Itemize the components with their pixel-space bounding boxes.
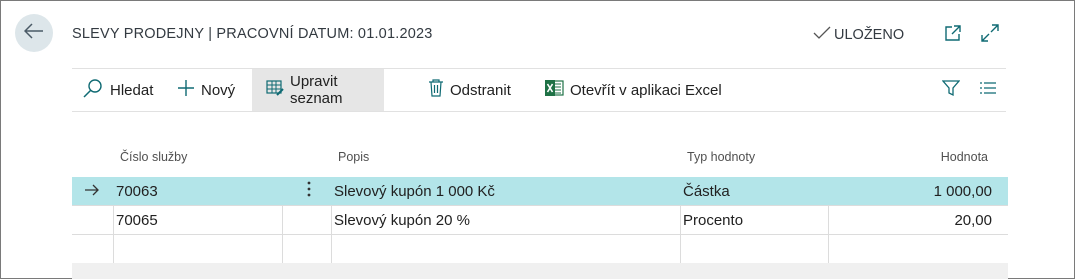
grid-footer <box>72 263 1008 279</box>
trash-icon <box>428 79 444 101</box>
open-in-excel-button[interactable]: Otevřít v aplikaci Excel <box>544 69 722 111</box>
cell-service-no[interactable]: 70065 <box>116 206 276 234</box>
cell-value[interactable]: 20,00 <box>822 206 992 234</box>
excel-label: Otevřít v aplikaci Excel <box>570 81 722 99</box>
toolbar-divider <box>72 111 1006 112</box>
table-row[interactable]: 70063 Slevový kupón 1 000 Kč Částka 1 00… <box>72 177 1008 206</box>
row-selected-indicator <box>84 177 114 205</box>
arrow-right-icon <box>84 183 100 200</box>
cell-value-type[interactable]: Částka <box>683 177 823 205</box>
excel-icon <box>544 79 564 101</box>
new-label: Nový <box>201 81 236 99</box>
new-button[interactable]: Nový <box>177 69 235 111</box>
column-header-value[interactable]: Hodnota <box>941 150 988 164</box>
plus-icon <box>177 79 195 101</box>
edit-list-label: Upravit seznam <box>290 73 343 107</box>
filter-icon <box>941 79 961 102</box>
page-title: SLEVY PRODEJNY | PRACOVNÍ DATUM: 01.01.2… <box>72 26 433 42</box>
cell-value[interactable]: 1 000,00 <box>822 177 992 205</box>
back-button[interactable] <box>15 14 53 52</box>
cell-service-no[interactable]: 70063 <box>116 177 286 205</box>
cell-description[interactable]: Slevový kupón 1 000 Kč <box>334 177 674 205</box>
table-row-empty[interactable] <box>72 235 1008 264</box>
checkmark-icon <box>813 26 831 44</box>
list-view-button[interactable] <box>978 80 998 100</box>
delete-label: Odstranit <box>450 81 511 99</box>
cell-description[interactable]: Slevový kupón 20 % <box>334 206 674 234</box>
saved-status: ULOŽENO <box>813 26 904 44</box>
arrow-left-icon <box>23 22 44 44</box>
action-toolbar: Hledat Nový Upravit seznam Odstranit Ote… <box>72 69 1006 111</box>
edit-list-icon <box>266 80 284 100</box>
row-menu-button[interactable] <box>299 177 319 205</box>
delete-button[interactable]: Odstranit <box>428 69 511 111</box>
saved-label: ULOŽENO <box>834 27 905 43</box>
edit-list-button[interactable]: Upravit seznam <box>252 69 384 111</box>
expand-icon <box>981 23 999 47</box>
list-view-icon <box>979 81 997 100</box>
column-header-description[interactable]: Popis <box>338 150 369 164</box>
table-row[interactable]: 70065 Slevový kupón 20 % Procento 20,00 <box>72 206 1008 235</box>
search-button[interactable]: Hledat <box>82 69 153 111</box>
more-vertical-icon <box>307 181 311 201</box>
open-in-new-window-icon <box>944 24 962 47</box>
filter-button[interactable] <box>941 79 961 102</box>
cell-value-type[interactable]: Procento <box>683 206 823 234</box>
open-in-new-window-button[interactable] <box>943 24 963 47</box>
expand-button[interactable] <box>980 23 1000 47</box>
search-label: Hledat <box>110 81 154 99</box>
search-icon <box>82 78 104 102</box>
column-header-value-type[interactable]: Typ hodnoty <box>687 150 755 164</box>
column-header-service-no[interactable]: Číslo služby <box>120 150 187 164</box>
